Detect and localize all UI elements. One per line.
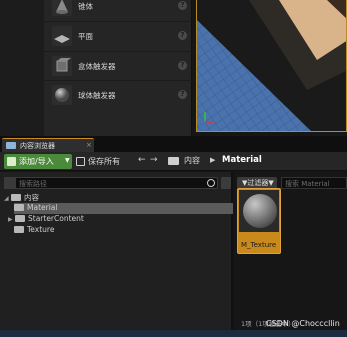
close-icon[interactable]: ×: [86, 141, 92, 149]
cone-icon: [52, 0, 72, 16]
left-column: [0, 0, 44, 136]
content-browser-toolbar: 添加/导入 ▼ 保存所有 ← → 内容 ▶ Material: [0, 152, 347, 171]
divider: [44, 21, 192, 22]
place-item-label: 盒体触发器: [78, 62, 116, 71]
add-icon: [7, 157, 16, 166]
save-all-label: 保存所有: [88, 157, 120, 166]
folder-icon: [15, 215, 25, 222]
back-arrow-icon[interactable]: ←: [138, 155, 146, 165]
editor-top-region: 锥体 ? 平面 ? 盒体触发器 ? 球体触发器 ?: [0, 0, 347, 136]
plane-icon: [52, 26, 72, 46]
asset-view-pane: ▼过滤器▼ M_Texture 1项（1项被选中）: [235, 172, 347, 330]
tree-item-label: Texture: [27, 225, 55, 234]
folder-icon: [168, 157, 179, 165]
folder-tree-pane: ◢ 内容 Material ▶ StarterContent Texture: [0, 172, 233, 330]
place-item-label: 平面: [78, 32, 93, 41]
tab-label: 内容浏览器: [20, 142, 55, 150]
place-item-plane[interactable]: 平面 ?: [44, 24, 192, 50]
place-actors-panel: 锥体 ? 平面 ? 盒体触发器 ? 球体触发器 ?: [44, 0, 192, 136]
help-icon[interactable]: ?: [178, 90, 187, 99]
tree-item-label: StarterContent: [28, 214, 84, 223]
help-icon[interactable]: ?: [178, 31, 187, 40]
tree-item-startercontent[interactable]: ▶ StarterContent: [8, 214, 84, 225]
tree-item-label: Material: [27, 203, 58, 212]
asset-search-box: [281, 177, 347, 189]
divider: [44, 51, 192, 52]
place-item-label: 锥体: [78, 2, 93, 11]
material-sphere-icon: [243, 194, 277, 228]
status-bar: [0, 330, 347, 337]
place-item-sphere-trigger[interactable]: 球体触发器 ?: [44, 83, 192, 109]
save-icon: [76, 157, 85, 166]
add-import-button[interactable]: 添加/导入 ▼: [4, 154, 72, 169]
expand-arrow-icon[interactable]: ◢: [4, 195, 11, 202]
asset-name: M_Texture: [241, 241, 277, 249]
tree-item-texture[interactable]: Texture: [14, 225, 54, 236]
add-import-label: 添加/导入: [19, 157, 54, 166]
breadcrumb-material[interactable]: Material: [222, 155, 262, 165]
place-item-label: 球体触发器: [78, 91, 116, 100]
asset-tile-m-texture[interactable]: M_Texture: [237, 188, 281, 254]
folder-icon: [14, 226, 24, 233]
sphere-trigger-icon: [52, 85, 72, 105]
breadcrumb-separator-icon[interactable]: ▶: [210, 156, 215, 164]
forward-arrow-icon[interactable]: →: [150, 155, 158, 165]
content-browser-tabbar: 内容浏览器 ×: [0, 136, 347, 152]
sources-toggle-button[interactable]: [4, 177, 16, 189]
divider: [44, 80, 192, 81]
asset-search-input[interactable]: [285, 179, 345, 188]
tree-item-content[interactable]: ◢ 内容: [4, 192, 39, 203]
chevron-down-icon: ▼: [65, 157, 70, 164]
filters-label: ▼过滤器▼: [242, 179, 274, 187]
path-search-input[interactable]: [19, 179, 199, 188]
path-search-box: [4, 177, 218, 189]
place-item-cone[interactable]: 锥体 ?: [44, 0, 192, 20]
watermark-text: CSDN @Chocccllin: [266, 319, 340, 328]
tree-item-material[interactable]: Material: [14, 203, 233, 214]
asset-thumbnail: [239, 190, 279, 232]
search-icon[interactable]: [207, 179, 215, 187]
level-viewport[interactable]: [196, 0, 347, 132]
box-trigger-icon: [52, 56, 72, 76]
view-options-button[interactable]: [221, 177, 231, 189]
tab-content-browser[interactable]: 内容浏览器 ×: [2, 138, 94, 152]
folder-icon: [14, 204, 24, 211]
help-icon[interactable]: ?: [178, 61, 187, 70]
folder-icon: [11, 194, 21, 201]
collapse-arrow-icon[interactable]: ▶: [8, 216, 15, 223]
help-icon[interactable]: ?: [178, 1, 187, 10]
content-browser-icon: [6, 142, 16, 149]
tree-item-label: 内容: [24, 193, 39, 202]
save-all-button[interactable]: 保存所有: [76, 154, 132, 169]
breadcrumb-content[interactable]: 内容: [184, 155, 200, 166]
place-item-box-trigger[interactable]: 盒体触发器 ?: [44, 54, 192, 80]
